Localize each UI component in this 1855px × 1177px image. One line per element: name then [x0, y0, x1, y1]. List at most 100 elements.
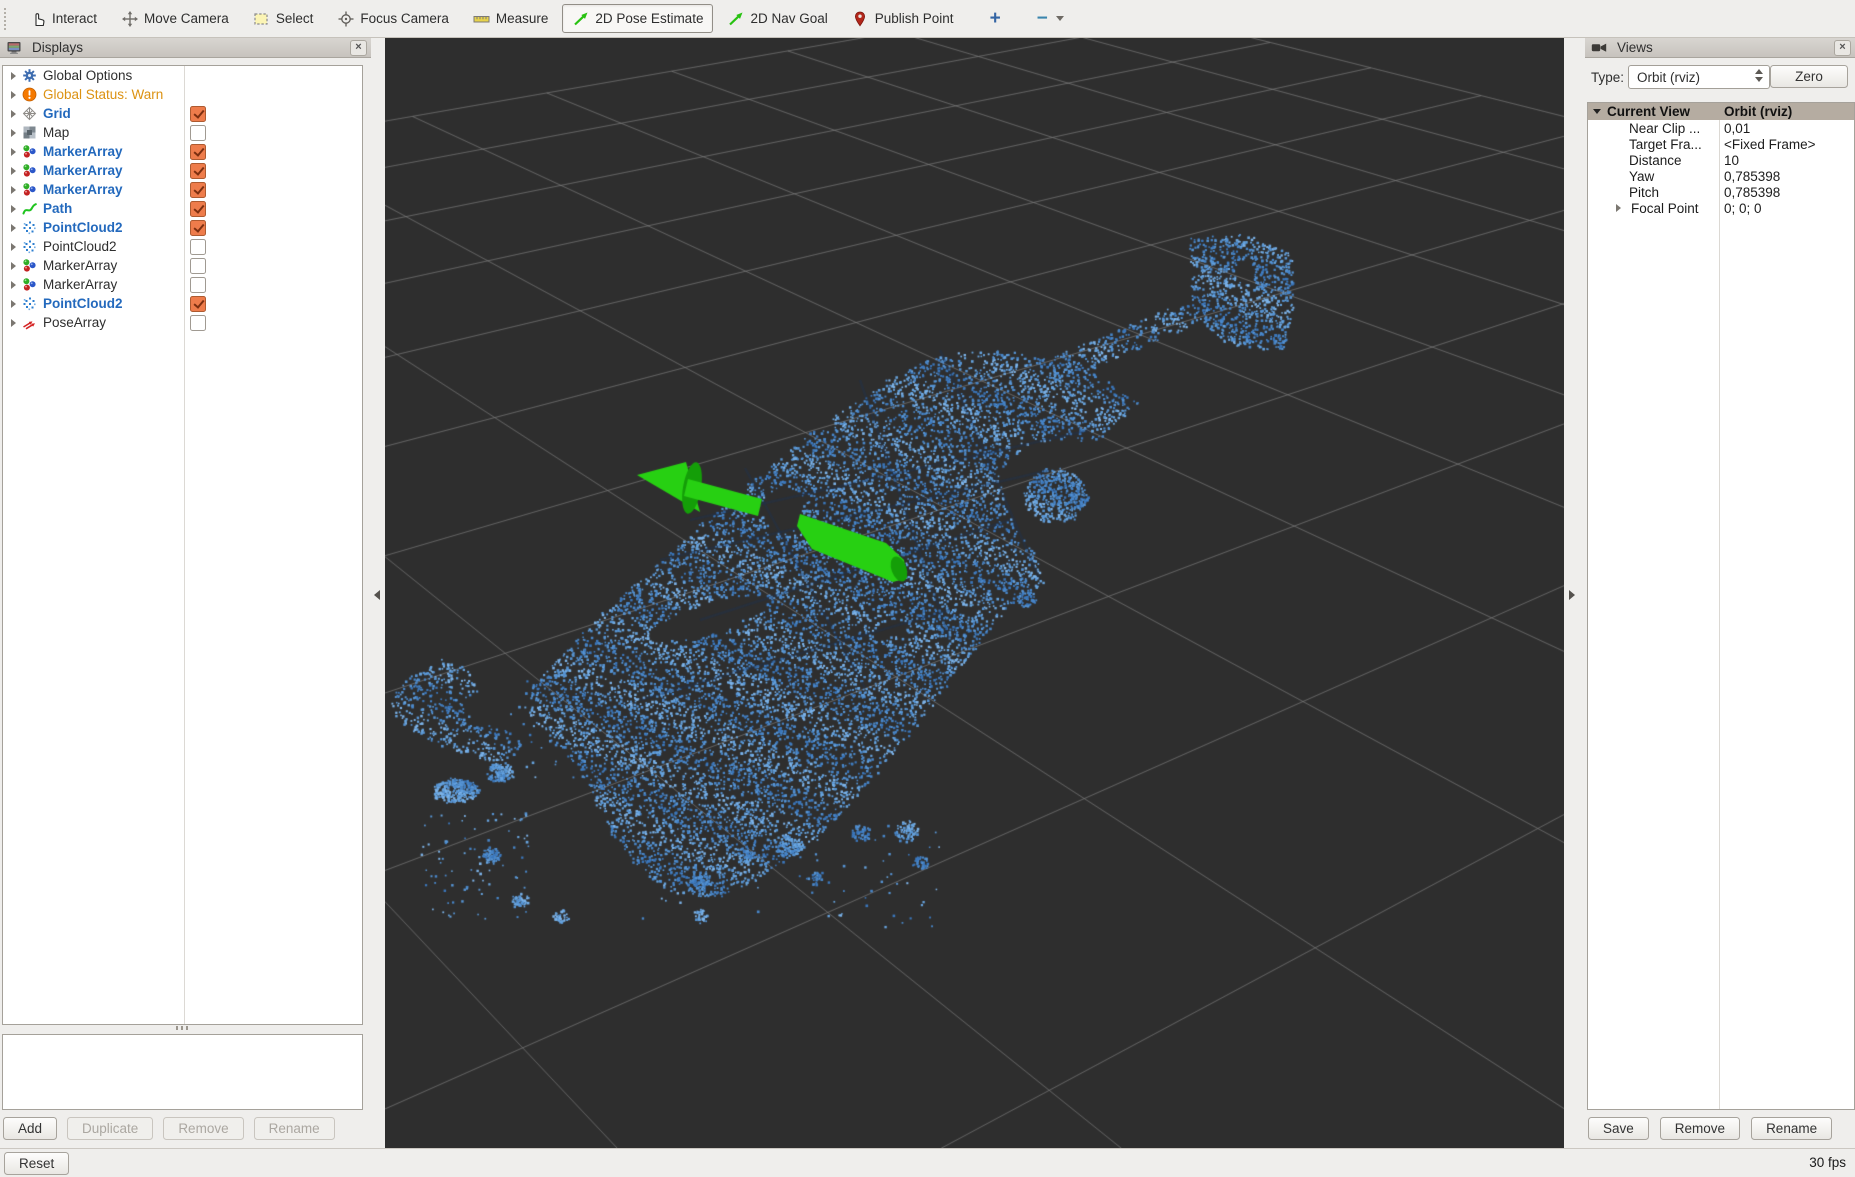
marker-array-icon: [22, 258, 38, 273]
select-box-icon: [253, 10, 270, 27]
duplicate-button[interactable]: Duplicate: [67, 1117, 153, 1140]
property-value[interactable]: 0,785398: [1724, 185, 1780, 200]
view-property-row-yaw[interactable]: Yaw0,785398: [1588, 168, 1854, 184]
expand-icon[interactable]: [11, 129, 16, 137]
remove-tool-button[interactable]: −: [1029, 7, 1072, 31]
expand-icon[interactable]: [11, 319, 16, 327]
views-panel: Views × Type: Orbit (rviz) Zero Current …: [1585, 38, 1855, 1148]
visibility-checkbox[interactable]: [190, 163, 206, 179]
display-row-markerarray[interactable]: MarkerArray: [3, 180, 362, 199]
rename-button[interactable]: Rename: [1751, 1117, 1832, 1140]
close-icon[interactable]: ×: [1834, 40, 1851, 56]
rename-button[interactable]: Rename: [254, 1117, 335, 1140]
display-row-markerarray[interactable]: MarkerArray: [3, 275, 362, 294]
views-buttons: Save Remove Rename: [1588, 1117, 1832, 1140]
expand-icon[interactable]: [11, 300, 16, 308]
display-row-posearray[interactable]: PoseArray: [3, 313, 362, 332]
view-property-row-near-clip-[interactable]: Near Clip ...0,01: [1588, 120, 1854, 136]
display-row-markerarray[interactable]: MarkerArray: [3, 256, 362, 275]
spinner-icon[interactable]: [1755, 69, 1763, 82]
display-row-grid[interactable]: Grid: [3, 104, 362, 123]
property-value[interactable]: 0,01: [1724, 121, 1750, 136]
add-button[interactable]: Add: [3, 1117, 57, 1140]
visibility-checkbox[interactable]: [190, 220, 206, 236]
collapse-left-icon[interactable]: [374, 590, 380, 600]
panel-splitter-handle[interactable]: [2, 1026, 361, 1030]
props-column-divider: [1719, 120, 1720, 1109]
chevron-down-icon[interactable]: [1056, 16, 1064, 21]
display-row-global-options[interactable]: Global Options: [3, 66, 362, 85]
property-label: Target Fra...: [1629, 137, 1702, 152]
visibility-checkbox[interactable]: [190, 239, 206, 255]
view-type-dropdown[interactable]: Orbit (rviz): [1628, 65, 1770, 89]
property-value[interactable]: 0; 0; 0: [1724, 201, 1762, 216]
display-row-path[interactable]: Path: [3, 199, 362, 218]
move-camera-icon: [121, 10, 138, 27]
expand-icon[interactable]: [11, 262, 16, 270]
property-value[interactable]: <Fixed Frame>: [1724, 137, 1816, 152]
display-row-pointcloud2[interactable]: PointCloud2: [3, 237, 362, 256]
view-property-row-pitch[interactable]: Pitch 0,785398: [1588, 184, 1854, 200]
view-property-row-distance[interactable]: Distance10: [1588, 152, 1854, 168]
expand-icon[interactable]: [1616, 204, 1621, 212]
expand-icon[interactable]: [11, 243, 16, 251]
collapse-right-icon[interactable]: [1569, 590, 1575, 600]
visibility-checkbox[interactable]: [190, 182, 206, 198]
add-tool-button[interactable]: +: [982, 7, 1009, 31]
display-row-label: MarkerArray: [43, 258, 117, 273]
current-view-row[interactable]: Current View Orbit (rviz): [1588, 103, 1854, 120]
visibility-checkbox[interactable]: [190, 258, 206, 274]
visibility-checkbox[interactable]: [190, 125, 206, 141]
visibility-checkbox[interactable]: [190, 296, 206, 312]
expand-icon[interactable]: [11, 148, 16, 156]
expand-icon[interactable]: [11, 167, 16, 175]
visibility-checkbox[interactable]: [190, 201, 206, 217]
visibility-checkbox[interactable]: [190, 315, 206, 331]
visibility-checkbox[interactable]: [190, 106, 206, 122]
3d-viewport[interactable]: [385, 38, 1564, 1148]
toolbar-button-label: Focus Camera: [360, 11, 449, 26]
view-property-row-focal-point[interactable]: Focal Point0; 0; 0: [1588, 200, 1854, 216]
display-row-markerarray[interactable]: MarkerArray: [3, 142, 362, 161]
expand-icon[interactable]: [11, 281, 16, 289]
property-value[interactable]: 10: [1724, 153, 1739, 168]
display-row-pointcloud2[interactable]: PointCloud2: [3, 294, 362, 313]
zero-button[interactable]: Zero: [1770, 65, 1848, 88]
display-row-pointcloud2[interactable]: PointCloud2: [3, 218, 362, 237]
toolbar-button-measure[interactable]: Measure: [463, 4, 559, 33]
expand-icon[interactable]: [11, 72, 16, 80]
close-icon[interactable]: ×: [350, 40, 367, 56]
remove-button[interactable]: Remove: [1660, 1117, 1740, 1140]
display-row-markerarray[interactable]: MarkerArray: [3, 161, 362, 180]
save-button[interactable]: Save: [1588, 1117, 1649, 1140]
visibility-checkbox[interactable]: [190, 144, 206, 160]
reset-button[interactable]: Reset: [4, 1152, 69, 1175]
toolbar-button-publish-point[interactable]: Publish Point: [842, 4, 964, 33]
toolbar-button-move-camera[interactable]: Move Camera: [111, 4, 239, 33]
view-property-row-target-fra-[interactable]: Target Fra... <Fixed Frame>: [1588, 136, 1854, 152]
display-row-label: Grid: [43, 106, 71, 121]
expand-icon[interactable]: [11, 205, 16, 213]
toolbar-button-focus-camera[interactable]: Focus Camera: [327, 4, 459, 33]
views-panel-titlebar[interactable]: Views ×: [1585, 38, 1855, 58]
display-row-global-status-warn[interactable]: Global Status: Warn: [3, 85, 362, 104]
property-label: Pitch: [1629, 185, 1659, 200]
toolbar-button-nav-goal[interactable]: 2D Nav Goal: [717, 4, 837, 33]
displays-panel-title: Displays: [32, 40, 350, 55]
expand-icon[interactable]: [11, 91, 16, 99]
expand-icon[interactable]: [11, 110, 16, 118]
display-row-map[interactable]: Map: [3, 123, 362, 142]
toolbar-button-interact[interactable]: Interact: [19, 4, 107, 33]
toolbar-button-pose-estimate[interactable]: 2D Pose Estimate: [562, 4, 713, 33]
expand-icon[interactable]: [11, 186, 16, 194]
toolbar-button-select[interactable]: Select: [243, 4, 324, 33]
display-row-label: Path: [43, 201, 72, 216]
chevron-down-icon[interactable]: [1593, 109, 1601, 114]
displays-panel-titlebar[interactable]: Displays ×: [0, 38, 371, 58]
property-value[interactable]: 0,785398: [1724, 169, 1780, 184]
remove-button[interactable]: Remove: [163, 1117, 243, 1140]
visibility-checkbox[interactable]: [190, 277, 206, 293]
expand-icon[interactable]: [11, 224, 16, 232]
toolbar-drag-handle[interactable]: [4, 8, 11, 30]
ruler-icon: [473, 10, 490, 27]
